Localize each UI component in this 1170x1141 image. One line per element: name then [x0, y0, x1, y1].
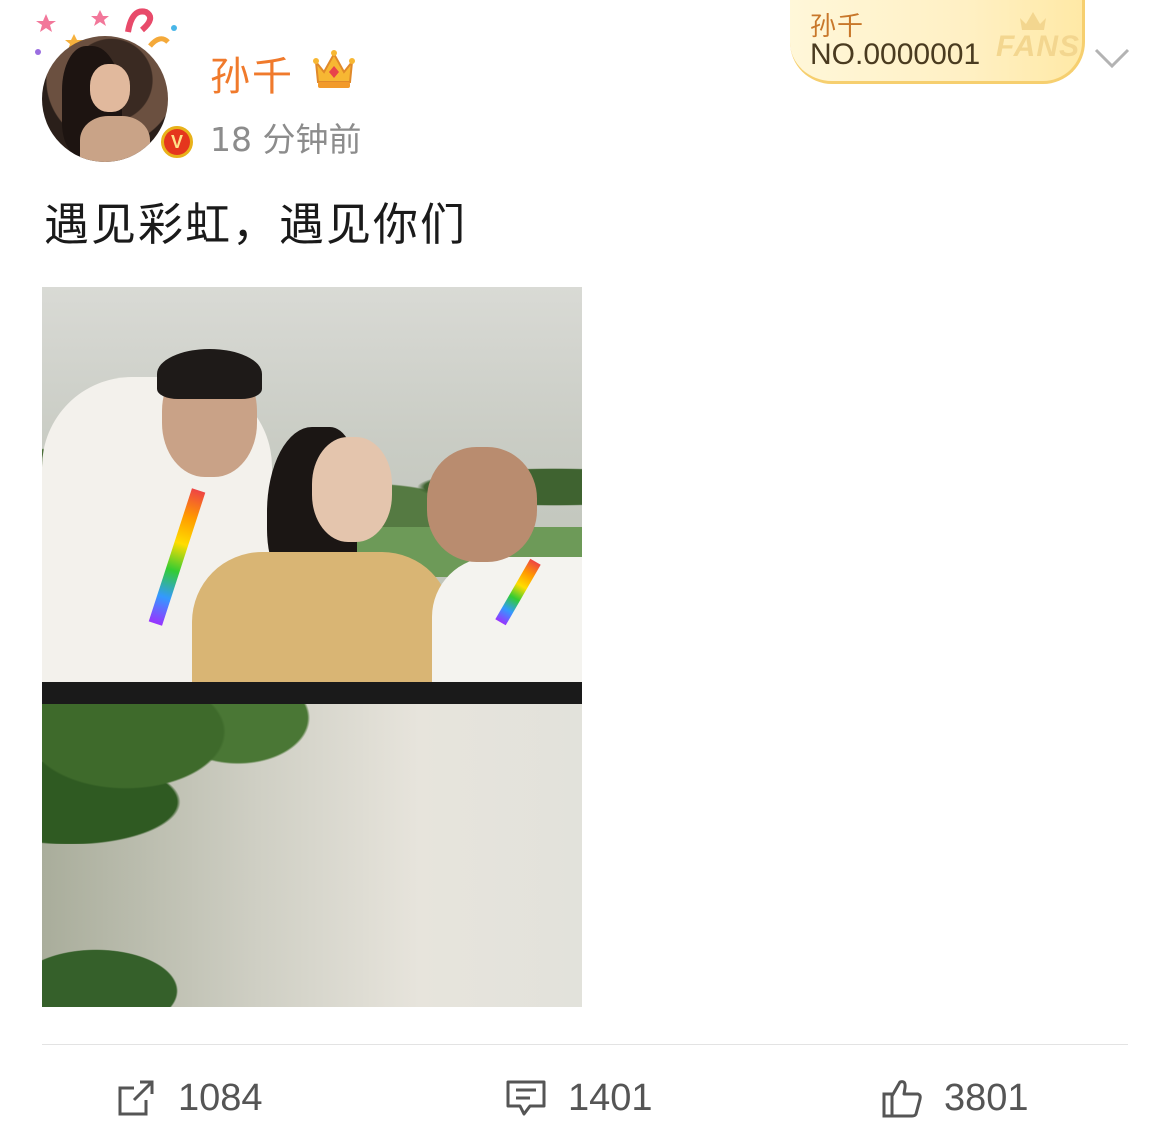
verified-mark: V	[164, 129, 190, 155]
comment-icon	[506, 1080, 546, 1116]
avatar-image[interactable]	[42, 36, 168, 162]
post-image[interactable]	[42, 287, 582, 1007]
repost-icon	[118, 1080, 154, 1116]
chevron-down-icon[interactable]	[1092, 40, 1132, 74]
crown-icon	[313, 50, 355, 88]
verified-icon: V	[158, 123, 196, 161]
fans-badge-number: NO.0000001	[810, 38, 981, 71]
avatar[interactable]: V	[32, 6, 196, 162]
post-text: 遇见彩虹，遇见你们	[44, 198, 468, 251]
fans-crown-icon	[1020, 12, 1046, 30]
post-header: V 孙千 18 分钟前 孙千 NO.0000001 FANS	[0, 0, 1170, 170]
repost-count: 1084	[178, 1076, 263, 1119]
repost-button[interactable]: 1084	[114, 1072, 263, 1124]
action-bar-divider	[42, 1044, 1128, 1045]
comment-button[interactable]: 1401	[504, 1072, 653, 1124]
like-count: 3801	[944, 1076, 1029, 1119]
like-button[interactable]: 3801	[880, 1072, 1029, 1124]
post-time: 18 分钟前	[210, 120, 362, 159]
like-icon	[882, 1080, 922, 1118]
comment-count: 1401	[568, 1076, 653, 1119]
fans-badge-label: FANS	[996, 30, 1081, 63]
fans-badge[interactable]: 孙千 NO.0000001 FANS	[790, 0, 1085, 84]
username[interactable]: 孙千	[210, 44, 294, 102]
